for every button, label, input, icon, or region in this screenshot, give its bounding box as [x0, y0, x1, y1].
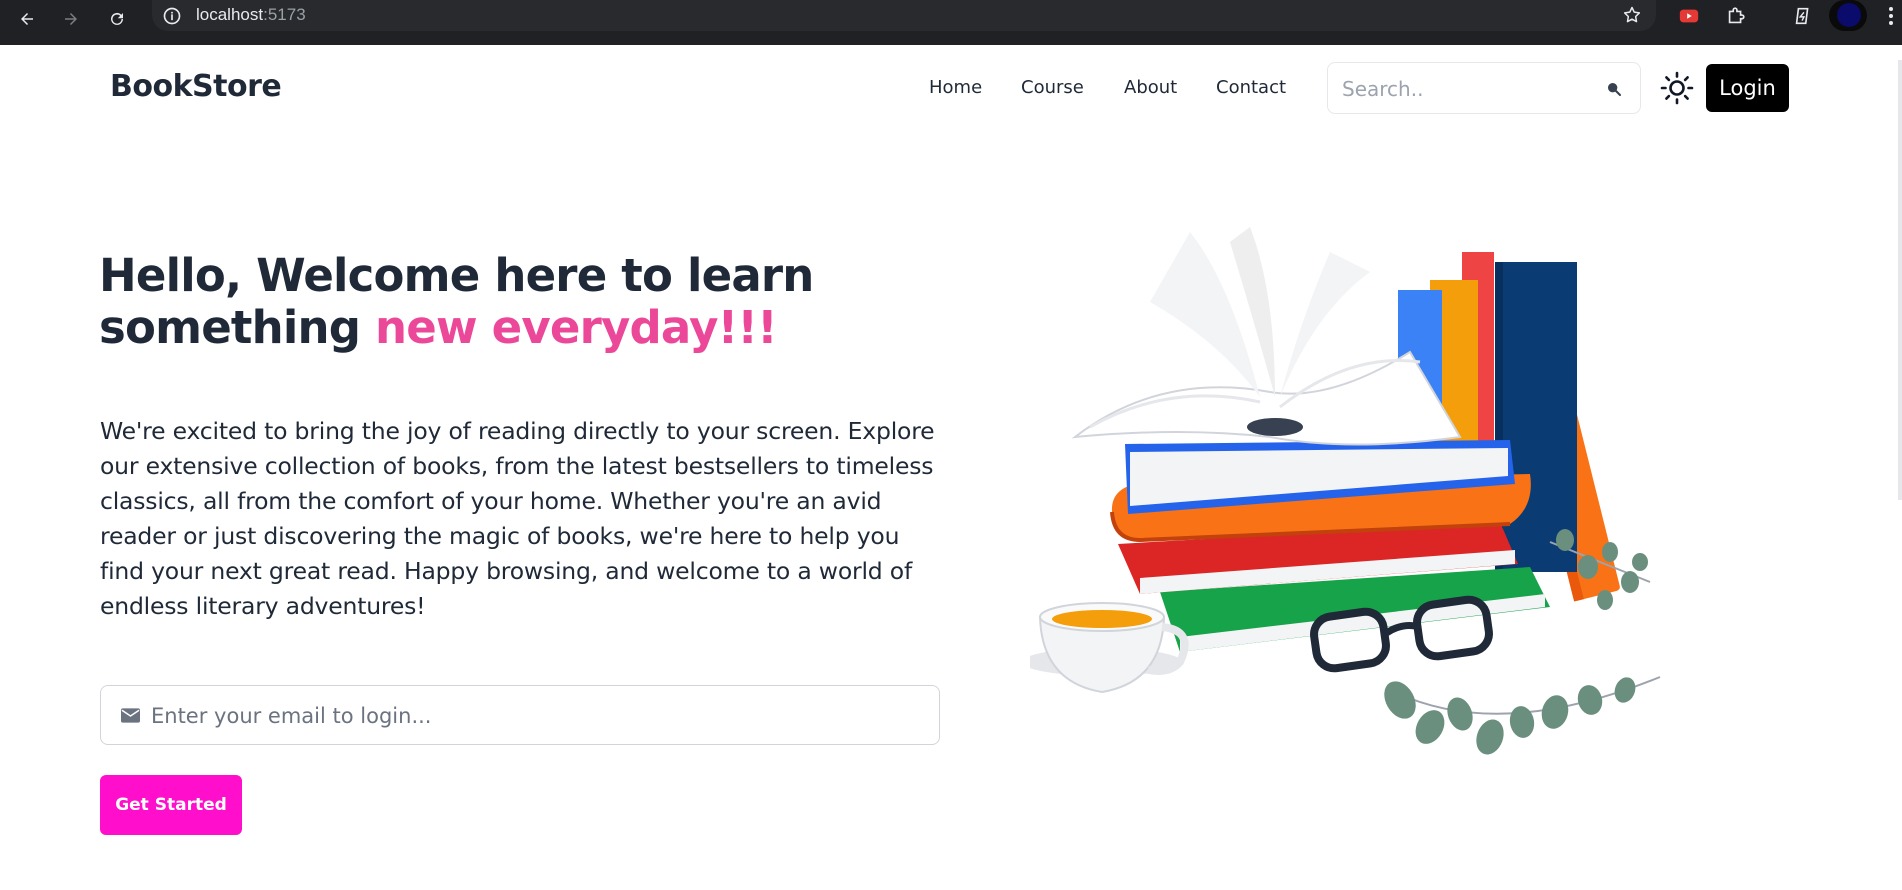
scrollbar[interactable]	[1898, 60, 1902, 500]
youtube-extension-icon[interactable]	[1678, 5, 1700, 27]
address-bar[interactable]: localhost:5173	[152, 0, 1656, 31]
get-started-button[interactable]: Get Started	[100, 775, 242, 835]
brand-logo[interactable]: BookStore	[110, 69, 282, 104]
sun-theme-toggle-icon[interactable]	[1659, 70, 1695, 106]
browser-toolbar: localhost:5173	[0, 0, 1902, 45]
profile-avatar[interactable]	[1829, 0, 1867, 31]
nav-about[interactable]: About	[1124, 77, 1177, 98]
search-input[interactable]: Search..	[1327, 62, 1641, 114]
envelope-icon	[121, 708, 140, 723]
search-icon[interactable]	[1606, 81, 1622, 97]
hero-description: We're excited to bring the joy of readin…	[100, 417, 935, 620]
search-placeholder: Search..	[1342, 77, 1424, 101]
email-field[interactable]	[100, 685, 940, 745]
hero-title: Hello, Welcome here to learn something n…	[99, 250, 859, 354]
nav-home[interactable]: Home	[929, 77, 982, 98]
reload-icon[interactable]	[102, 4, 132, 34]
books-illustration	[1030, 227, 1661, 755]
extensions-puzzle-icon[interactable]	[1725, 5, 1747, 27]
back-icon[interactable]	[12, 4, 42, 34]
hero-title-line2: something	[99, 301, 361, 354]
menu-kebab-icon[interactable]	[1884, 5, 1898, 27]
login-button[interactable]: Login	[1706, 64, 1789, 112]
nav-course[interactable]: Course	[1021, 77, 1084, 98]
hero-title-line1: Hello, Welcome here to learn	[99, 249, 814, 302]
forward-icon[interactable]	[56, 4, 86, 34]
url-text[interactable]: localhost:5173	[196, 5, 306, 25]
extension-icon[interactable]	[1792, 5, 1814, 27]
bookmark-star-icon[interactable]	[1622, 5, 1642, 25]
nav-contact[interactable]: Contact	[1216, 77, 1286, 98]
hero-title-accent: new everyday!!!	[375, 301, 778, 354]
site-info-icon[interactable]	[162, 6, 182, 26]
email-input[interactable]	[151, 700, 911, 732]
